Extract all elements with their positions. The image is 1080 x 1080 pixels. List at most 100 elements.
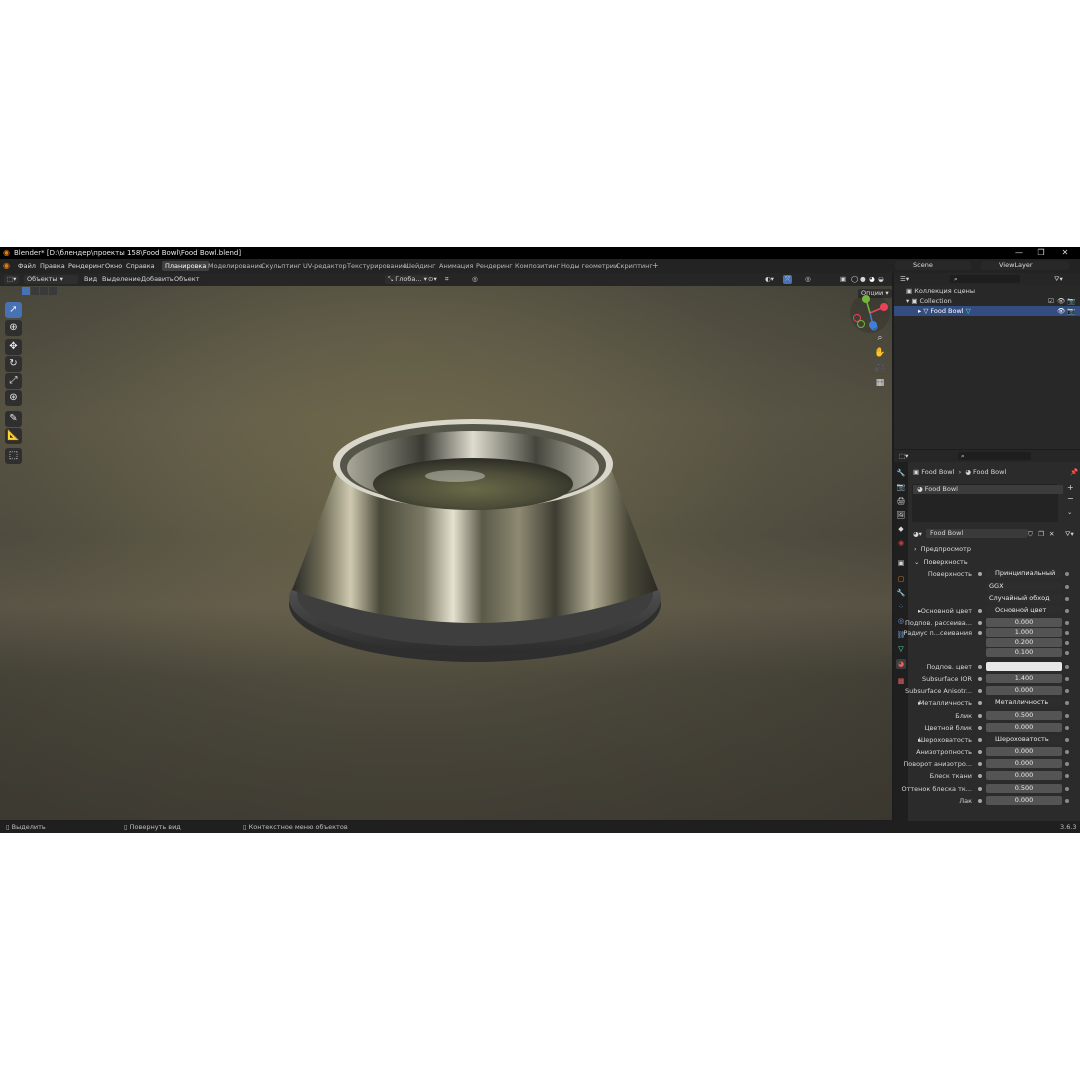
keyframe-dot-icon[interactable]	[1065, 609, 1069, 613]
number-slider[interactable]: 0.000	[986, 747, 1062, 756]
collection-checkbox-icon[interactable]: ☑	[1048, 296, 1054, 306]
rendered-shading-icon[interactable]: ◒	[878, 275, 884, 284]
collection-eye-icon[interactable]: 👁	[1057, 296, 1065, 306]
axis-gizmo[interactable]	[848, 291, 892, 335]
tab-uv-editor[interactable]: UV-редактор	[300, 261, 350, 271]
select-box-tool-icon[interactable]: ➚	[5, 302, 22, 318]
socket-dot-icon[interactable]	[978, 677, 982, 681]
keyframe-dot-icon[interactable]	[1065, 726, 1069, 730]
add-slot-icon[interactable]: +	[1067, 483, 1074, 492]
material-shading-icon[interactable]: ◕	[869, 275, 875, 284]
modifier-tab-icon[interactable]: 🔧	[896, 588, 906, 598]
keyframe-dot-icon[interactable]	[1065, 689, 1069, 693]
preview-section[interactable]: › Предпросмотр	[914, 545, 971, 553]
number-slider[interactable]: 0.000	[986, 771, 1062, 780]
tab-texturing[interactable]: Текстурирование	[344, 261, 410, 271]
menu-add[interactable]: Добавить	[141, 275, 174, 284]
menu-file[interactable]: Файл	[18, 262, 36, 270]
data-tab-icon[interactable]: ▽	[896, 644, 906, 654]
outliner-collection[interactable]: ▾ ▣ Collection ☑ 👁 📷	[894, 296, 1080, 306]
cursor-tool-icon[interactable]: ⊕	[5, 320, 22, 336]
keyframe-dot-icon[interactable]	[1065, 631, 1069, 635]
maximize-icon[interactable]: ❐	[1032, 248, 1050, 258]
particles-tab-icon[interactable]: ⁘	[896, 602, 906, 612]
tab-animation[interactable]: Анимация	[436, 261, 476, 271]
menu-object[interactable]: Объект	[174, 275, 199, 284]
keyframe-dot-icon[interactable]	[1065, 799, 1069, 803]
number-slider[interactable]: 0.100	[986, 648, 1062, 657]
pan-hand-icon[interactable]: ✋	[873, 346, 887, 360]
socket-dot-icon[interactable]	[978, 665, 982, 669]
tab-rendering[interactable]: Рендеринг	[473, 261, 516, 271]
number-slider[interactable]: 0.000	[986, 686, 1062, 695]
collection-camera-icon[interactable]: 📷	[1067, 296, 1075, 306]
dropdown-field[interactable]: Случайный обход	[986, 594, 1062, 603]
material-node-icon[interactable]: ⛛▾	[1065, 530, 1074, 539]
keyframe-dot-icon[interactable]	[1065, 677, 1069, 681]
tab-modeling[interactable]: Моделирование	[205, 261, 266, 271]
keyframe-dot-icon[interactable]	[1065, 621, 1069, 625]
socket-dot-icon[interactable]	[978, 631, 982, 635]
tool-tab-icon[interactable]: 🔧	[896, 468, 906, 478]
pivot-icon[interactable]: ⊙▾	[428, 275, 437, 284]
texture-tab-icon[interactable]: ▩	[896, 676, 906, 686]
tab-compositing[interactable]: Композитинг	[512, 261, 563, 271]
keyframe-dot-icon[interactable]	[1065, 585, 1069, 589]
zoom-icon[interactable]: ⌕	[873, 331, 887, 345]
3d-viewport[interactable]: Опции ▾ ➚ ⊕ ✥ ↻ ⤢ ⊛ ✎ 📐 ⬚ ⌕ ✋ 🎥 ▦	[0, 286, 892, 820]
socket-dot-icon[interactable]	[978, 689, 982, 693]
proportional-edit-icon[interactable]: ◎	[472, 275, 478, 284]
number-slider[interactable]: 0.000	[986, 759, 1062, 768]
linked-input-field[interactable]: Принципиальный BSDF	[986, 569, 1062, 578]
blender-menu-icon[interactable]: ◉	[3, 261, 10, 270]
perspective-grid-icon[interactable]: ▦	[873, 376, 887, 390]
outliner-editor-icon[interactable]: ☰▾	[900, 275, 909, 283]
keyframe-dot-icon[interactable]	[1065, 787, 1069, 791]
remove-slot-icon[interactable]: −	[1067, 494, 1074, 503]
socket-dot-icon[interactable]	[978, 726, 982, 730]
dropdown-field[interactable]: GGX	[986, 582, 1062, 591]
tab-shading[interactable]: Шейдинг	[401, 261, 439, 271]
tab-layout[interactable]: Планировка	[162, 261, 210, 271]
camera-view-icon[interactable]: 🎥	[873, 361, 887, 375]
pin-icon[interactable]: 📌	[1070, 468, 1078, 476]
world-tab-icon[interactable]: ◉	[896, 538, 906, 548]
editor-type-icon[interactable]: ⬚▾	[4, 275, 20, 284]
keyframe-dot-icon[interactable]	[1065, 572, 1069, 576]
material-tab-icon[interactable]: ◕	[896, 659, 906, 669]
visibility-icon[interactable]: ◐▾	[765, 275, 774, 284]
material-browse-icon[interactable]: ◕▾	[913, 530, 922, 538]
keyframe-dot-icon[interactable]	[1065, 714, 1069, 718]
render-tab-icon[interactable]: 📷	[896, 482, 906, 492]
material-slot-list[interactable]: ◕ Food Bowl	[912, 484, 1063, 522]
menu-select[interactable]: Выделение	[102, 275, 141, 284]
socket-dot-icon[interactable]	[978, 750, 982, 754]
keyframe-dot-icon[interactable]	[1065, 665, 1069, 669]
number-slider[interactable]: 0.000	[986, 618, 1062, 627]
rotate-tool-icon[interactable]: ↻	[5, 356, 22, 372]
outliner-scene-collection[interactable]: ▣ Коллекция сцены	[894, 286, 1080, 296]
keyframe-dot-icon[interactable]	[1065, 750, 1069, 754]
socket-dot-icon[interactable]	[978, 787, 982, 791]
number-slider[interactable]: 0.000	[986, 723, 1062, 732]
mode-selector[interactable]: Объекты ▾	[24, 275, 78, 284]
collection-tab-icon[interactable]: ▣	[896, 558, 906, 568]
object-tab-icon[interactable]: ▢	[896, 574, 906, 584]
annotate-tool-icon[interactable]: ✎	[5, 411, 22, 427]
socket-dot-icon[interactable]	[978, 762, 982, 766]
linked-input-field[interactable]: Основной цвет	[986, 606, 1062, 615]
view-layer-selector[interactable]: ViewLayer	[981, 261, 1069, 270]
move-tool-icon[interactable]: ✥	[5, 339, 22, 355]
properties-search-input[interactable]: ⌕	[958, 452, 1031, 460]
menu-render[interactable]: Рендеринг	[68, 262, 105, 270]
keyframe-dot-icon[interactable]	[1065, 651, 1069, 655]
transform-tool-icon[interactable]: ⊛	[5, 390, 22, 406]
add-cube-tool-icon[interactable]: ⬚	[5, 448, 22, 464]
color-swatch[interactable]	[986, 662, 1062, 671]
close-icon[interactable]: ✕	[1056, 248, 1074, 258]
transform-orientation[interactable]: ⤡ Глоба... ▾	[385, 275, 430, 284]
keyframe-dot-icon[interactable]	[1065, 597, 1069, 601]
keyframe-dot-icon[interactable]	[1065, 762, 1069, 766]
xray-icon[interactable]: ▣	[840, 275, 846, 284]
socket-dot-icon[interactable]	[978, 609, 982, 613]
